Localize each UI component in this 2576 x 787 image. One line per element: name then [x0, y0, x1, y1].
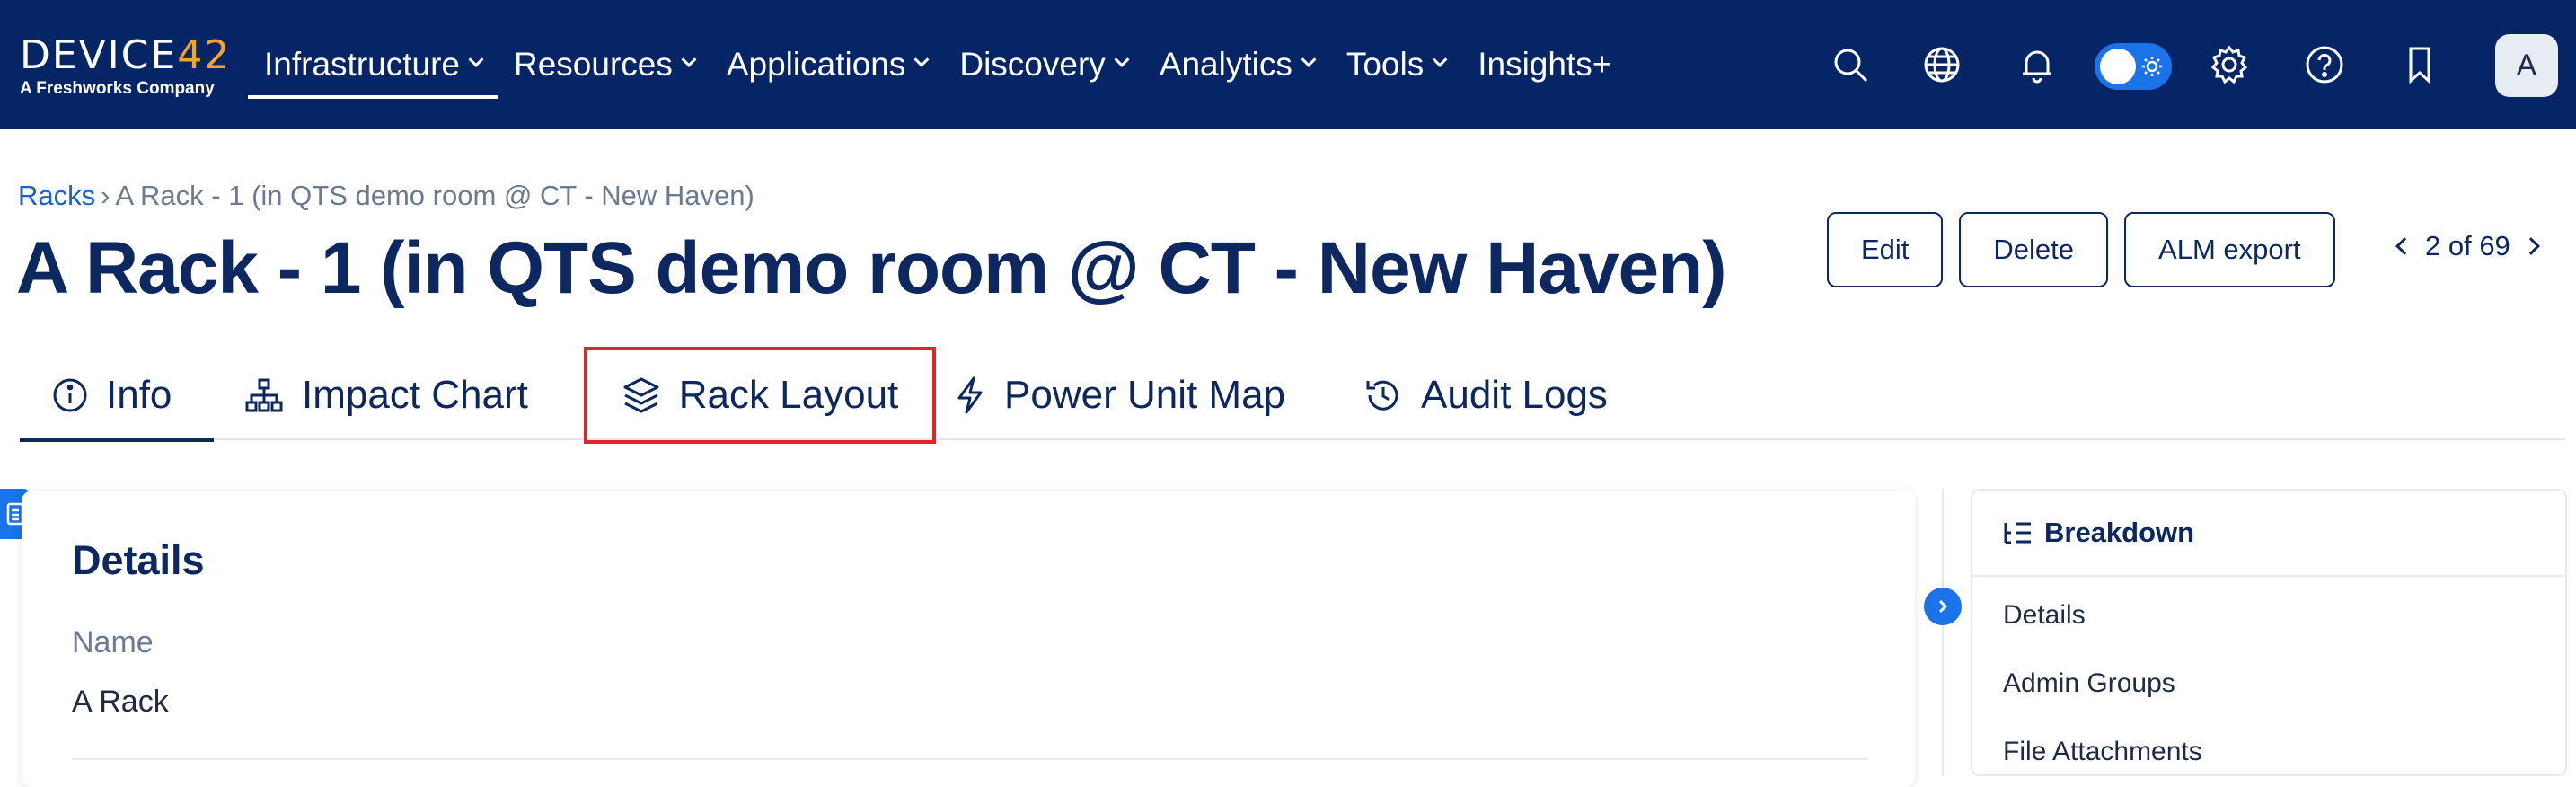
- breakdown-header: Breakdown: [1972, 491, 2565, 577]
- history-icon: [1366, 380, 1398, 411]
- logo-wordmark: DEVICE: [20, 32, 178, 78]
- tab-power-unit-map[interactable]: Power Unit Map: [954, 350, 1285, 440]
- nav-tools[interactable]: Tools: [1330, 0, 1461, 129]
- top-navigation-bar: DEVICE42 A Freshworks Company Infrastruc…: [0, 0, 2576, 129]
- breadcrumb: Racks › A Rack - 1 (in QTS demo room @ CT …: [18, 180, 754, 212]
- breakdown-item-admin-groups[interactable]: Admin Groups: [2003, 668, 2175, 699]
- nav-analytics[interactable]: Analytics: [1143, 0, 1330, 129]
- main-menu: Infrastructure Resources Applications Di…: [248, 0, 1628, 129]
- details-heading: Details: [72, 537, 205, 583]
- chevron-down-icon: [1301, 51, 1317, 67]
- tab-impact-chart[interactable]: Impact Chart: [244, 350, 528, 440]
- tab-info[interactable]: Info: [20, 350, 214, 442]
- avatar[interactable]: A: [2495, 34, 2558, 97]
- nav-insights-label: Insights+: [1478, 46, 1612, 83]
- tab-rack-layout-label: Rack Layout: [678, 373, 899, 417]
- bookmark-icon[interactable]: [2398, 43, 2441, 86]
- breakdown-panel: Breakdown Details Admin Groups File Atta…: [1971, 489, 2567, 776]
- nav-applications[interactable]: Applications: [710, 0, 944, 129]
- previous-record-icon[interactable]: [2395, 237, 2413, 255]
- nav-infrastructure[interactable]: Infrastructure: [248, 0, 498, 129]
- nav-insights[interactable]: Insights+: [1461, 0, 1628, 129]
- gear-icon[interactable]: [2208, 43, 2251, 86]
- nav-resources[interactable]: Resources: [498, 0, 710, 129]
- tab-audit-logs-label: Audit Logs: [1421, 373, 1608, 417]
- chevron-down-icon: [1432, 51, 1448, 67]
- sun-icon: [2142, 57, 2162, 76]
- globe-icon[interactable]: [1920, 43, 1963, 86]
- next-record-icon[interactable]: [2521, 237, 2540, 255]
- theme-toggle[interactable]: [2095, 43, 2172, 90]
- layers-icon: [623, 377, 659, 413]
- logo-subtitle: A Freshworks Company: [20, 79, 215, 98]
- delete-button[interactable]: Delete: [1959, 212, 2109, 287]
- breakdown-item-details[interactable]: Details: [2003, 600, 2086, 631]
- breadcrumb-current: A Rack - 1 (in QTS demo room @ CT - New …: [115, 180, 754, 211]
- chevron-down-icon: [681, 51, 697, 67]
- hierarchy-icon: [245, 378, 283, 412]
- name-label: Name: [72, 625, 154, 659]
- field-divider: [72, 758, 1868, 760]
- tab-bar: Info Impact Chart Rack Layout Power Unit…: [20, 347, 2565, 444]
- nav-infrastructure-label: Infrastructure: [264, 46, 460, 83]
- breakdown-item-file-attachments[interactable]: File Attachments: [2003, 737, 2202, 767]
- tab-rack-layout[interactable]: Rack Layout: [584, 347, 936, 444]
- info-icon: [53, 378, 87, 412]
- record-pager: 2 of 69: [2395, 230, 2540, 262]
- chevron-right-icon: [1938, 599, 1948, 614]
- chevron-down-icon: [1114, 51, 1130, 67]
- breadcrumb-racks-link[interactable]: Racks: [18, 180, 95, 211]
- panel-divider: [1942, 489, 1944, 776]
- tab-audit-logs[interactable]: Audit Logs: [1363, 350, 1608, 440]
- tab-power-unit-map-label: Power Unit Map: [1004, 373, 1286, 417]
- chevron-down-icon: [913, 51, 930, 67]
- details-card: Details Name A Rack: [22, 491, 1915, 787]
- tab-info-label: Info: [106, 373, 172, 417]
- name-value: A Rack: [72, 685, 169, 719]
- nav-resources-label: Resources: [513, 46, 673, 83]
- alm-export-button[interactable]: ALM export: [2124, 212, 2335, 287]
- help-icon[interactable]: [2303, 43, 2346, 86]
- collapse-panel-button[interactable]: [1924, 588, 1962, 625]
- nav-discovery-label: Discovery: [959, 46, 1106, 83]
- search-icon[interactable]: [1829, 43, 1872, 86]
- bell-icon[interactable]: [2016, 43, 2059, 86]
- nav-tools-label: Tools: [1345, 46, 1425, 83]
- breadcrumb-separator: ›: [101, 180, 110, 211]
- breakdown-title: Breakdown: [2044, 517, 2195, 548]
- chevron-down-icon: [468, 51, 484, 67]
- nav-analytics-label: Analytics: [1159, 46, 1292, 83]
- nav-applications-label: Applications: [726, 46, 906, 83]
- edit-button[interactable]: Edit: [1827, 212, 1944, 287]
- action-buttons: Edit Delete ALM export: [1827, 212, 2335, 287]
- page-title: A Rack - 1 (in QTS demo room @ CT - New …: [16, 227, 1727, 309]
- pager-position: 2 of 69: [2425, 230, 2510, 261]
- nav-discovery[interactable]: Discovery: [943, 0, 1142, 129]
- device42-logo[interactable]: DEVICE42 A Freshworks Company: [20, 34, 235, 106]
- logo-accent: 42: [177, 32, 232, 78]
- toggle-knob: [2100, 49, 2136, 84]
- breakdown-list-icon: [2004, 522, 2031, 544]
- bolt-icon: [957, 376, 983, 414]
- tab-impact-chart-label: Impact Chart: [302, 373, 528, 417]
